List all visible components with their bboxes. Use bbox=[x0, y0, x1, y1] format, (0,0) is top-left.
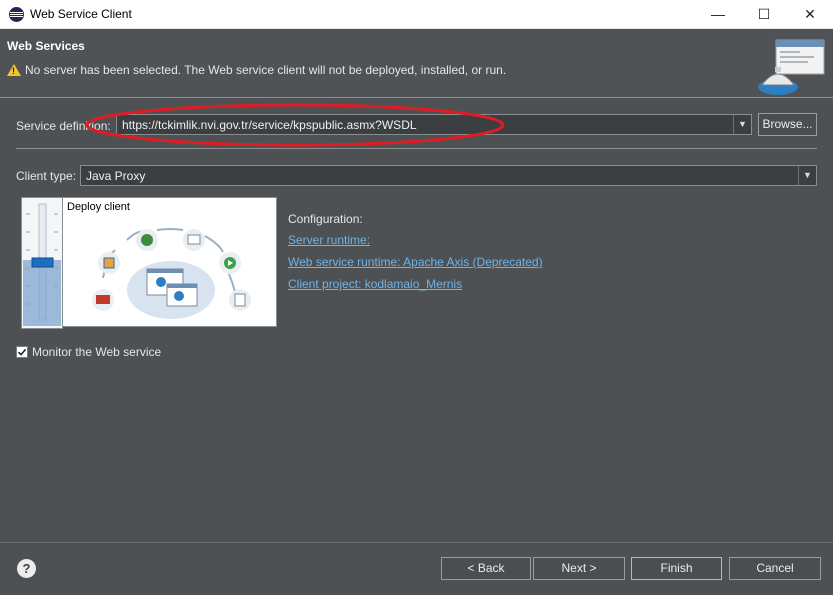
service-definition-label: Service definition: bbox=[16, 119, 111, 133]
next-button[interactable]: Next > bbox=[533, 557, 625, 580]
web-service-runtime-link[interactable]: Web service runtime: Apache Axis (Deprec… bbox=[288, 255, 543, 269]
close-button[interactable]: ✕ bbox=[787, 0, 833, 29]
client-type-value: Java Proxy bbox=[86, 169, 146, 183]
warning-mark: ! bbox=[12, 66, 15, 76]
deploy-client-title: Deploy client bbox=[67, 201, 130, 213]
title-bar: Web Service Client — ☐ ✕ bbox=[0, 0, 833, 29]
cancel-button[interactable]: Cancel bbox=[729, 557, 821, 580]
monitor-web-service-checkbox[interactable] bbox=[16, 346, 28, 358]
browse-button[interactable]: Browse... bbox=[758, 113, 817, 136]
warning-message: No server has been selected. The Web ser… bbox=[25, 63, 507, 77]
back-button[interactable]: < Back bbox=[441, 557, 531, 580]
finish-button[interactable]: Finish bbox=[631, 557, 722, 580]
chevron-down-icon[interactable]: ▼ bbox=[733, 115, 751, 134]
web-service-wizard-icon bbox=[758, 39, 825, 95]
section-separator bbox=[16, 148, 817, 149]
client-type-combo[interactable]: Java Proxy ▼ bbox=[80, 165, 817, 186]
configuration-title: Configuration: bbox=[288, 212, 363, 226]
slider-track bbox=[23, 203, 61, 326]
client-level-slider[interactable] bbox=[21, 197, 63, 329]
monitor-web-service-label[interactable]: Monitor the Web service bbox=[32, 345, 161, 359]
slider-thumb bbox=[31, 257, 54, 268]
minimize-icon: — bbox=[711, 6, 725, 22]
window-title: Web Service Client bbox=[30, 7, 132, 21]
wizard-banner: Web Services ! No server has been select… bbox=[0, 29, 833, 97]
banner-separator bbox=[0, 97, 833, 98]
minimize-button[interactable]: — bbox=[695, 0, 741, 29]
close-icon: ✕ bbox=[804, 6, 816, 22]
service-definition-combo[interactable]: https://tckimlik.nvi.gov.tr/service/kpsp… bbox=[116, 114, 752, 135]
service-definition-value: https://tckimlik.nvi.gov.tr/service/kpsp… bbox=[122, 118, 417, 132]
maximize-button[interactable]: ☐ bbox=[741, 0, 787, 29]
deploy-client-panel: Deploy client bbox=[62, 197, 277, 327]
maximize-icon: ☐ bbox=[757, 6, 771, 22]
footer-separator bbox=[0, 542, 833, 543]
server-runtime-link[interactable]: Server runtime: bbox=[288, 233, 370, 247]
help-icon[interactable]: ? bbox=[17, 559, 36, 578]
deploy-lifecycle-diagram bbox=[92, 228, 251, 319]
client-type-label: Client type: bbox=[16, 169, 77, 183]
client-project-link[interactable]: Client project: kodlamaio_Mernis bbox=[288, 277, 462, 291]
checkmark-icon bbox=[17, 348, 27, 356]
page-title: Web Services bbox=[7, 39, 85, 53]
eclipse-icon bbox=[9, 7, 24, 22]
chevron-down-icon[interactable]: ▼ bbox=[798, 166, 816, 185]
